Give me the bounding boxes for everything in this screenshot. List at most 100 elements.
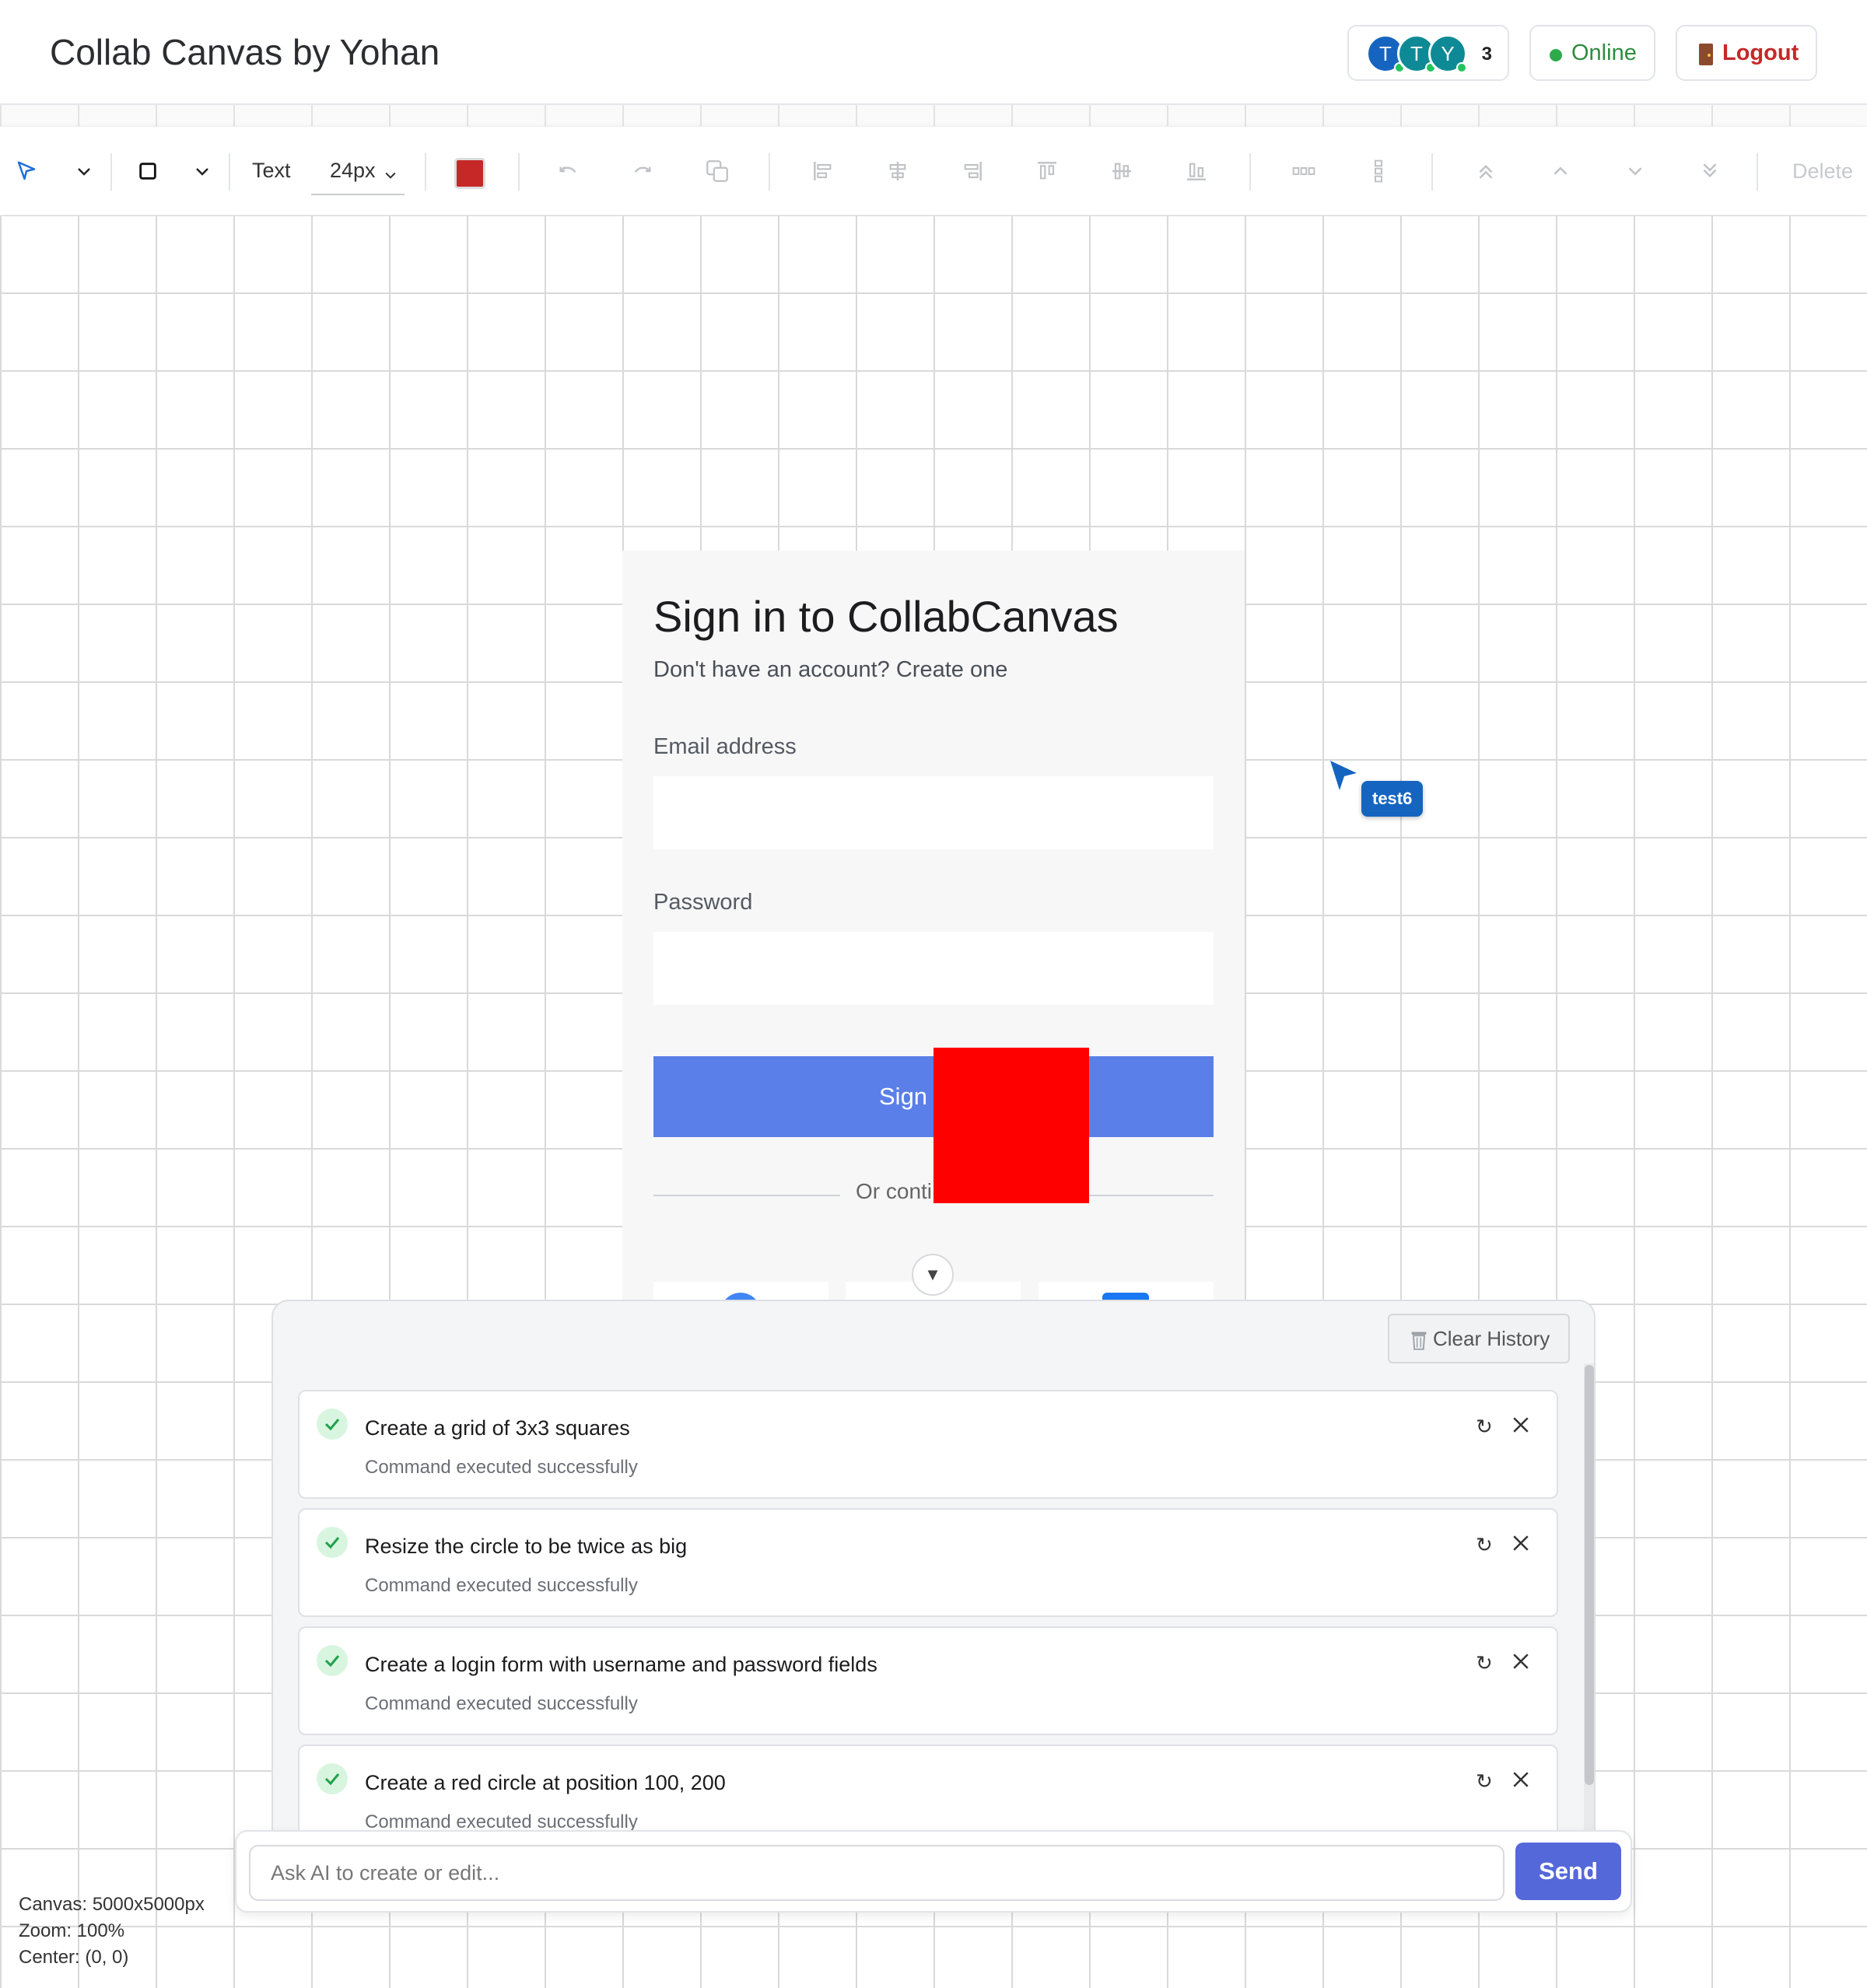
divider-text: Or conti: [856, 1179, 933, 1203]
toolbar: Text 24px Delete: [0, 126, 1867, 215]
align-left-button[interactable]: [809, 127, 837, 215]
fill-color-swatch[interactable]: [454, 158, 485, 189]
square-icon: [139, 163, 156, 180]
select-tool-dropdown[interactable]: [70, 127, 98, 215]
ai-input-bar: Send: [235, 1830, 1632, 1913]
remote-cursor-icon: [1330, 761, 1357, 790]
password-field[interactable]: [653, 932, 1214, 1005]
align-right-icon: [964, 162, 982, 180]
distribute-horizontal-button[interactable]: [1290, 127, 1318, 215]
bring-to-front-button[interactable]: [1472, 127, 1500, 215]
command-status: Command executed successfully: [365, 1693, 638, 1714]
close-icon[interactable]: [1509, 1413, 1532, 1437]
scrollbar-thumb[interactable]: [1585, 1365, 1594, 1785]
distribute-vertical-icon: [1375, 159, 1382, 183]
align-left-icon: [814, 162, 832, 180]
ai-prompt-input[interactable]: [249, 1845, 1504, 1901]
command-text: Create a red circle at position 100, 200: [365, 1771, 726, 1794]
shape-tool-dropdown[interactable]: [188, 127, 216, 215]
canvas-info: Canvas: 5000x5000px Zoom: 100% Center: (…: [19, 1892, 205, 1971]
redo-button[interactable]: [627, 127, 658, 215]
align-bottom-button[interactable]: [1182, 127, 1210, 215]
align-center-button[interactable]: [884, 127, 912, 215]
toolbar-divider: [425, 153, 426, 191]
canvas-center: Center: (0, 0): [19, 1947, 129, 1968]
align-middle-icon: [1112, 163, 1131, 180]
close-icon[interactable]: [1509, 1768, 1532, 1791]
status-dot-icon: [1550, 49, 1562, 61]
distribute-horizontal-icon: [1292, 167, 1315, 175]
distribute-vertical-button[interactable]: [1364, 127, 1392, 215]
toolbar-divider: [769, 153, 770, 191]
send-button[interactable]: Send: [1515, 1843, 1621, 1900]
retry-icon[interactable]: ↻: [1476, 1651, 1493, 1675]
password-label: Password: [653, 890, 753, 915]
retry-icon[interactable]: ↻: [1476, 1533, 1493, 1557]
duplicate-button[interactable]: [702, 127, 733, 215]
undo-button[interactable]: [552, 127, 583, 215]
delete-button[interactable]: Delete: [1792, 159, 1853, 184]
double-chevron-down-icon: [1703, 163, 1717, 178]
signin-title: Sign in to CollabCanvas: [653, 592, 1119, 641]
chevron-up-icon: [1553, 166, 1568, 175]
duplicate-icon: [706, 160, 728, 182]
command-status: Command executed successfully: [365, 1457, 638, 1478]
history-item: Resize the circle to be twice as big Com…: [298, 1508, 1558, 1617]
user-avatar[interactable]: Y: [1428, 34, 1467, 73]
retry-icon[interactable]: ↻: [1476, 1769, 1493, 1794]
avatar-initial: Y: [1441, 42, 1455, 65]
font-size-select[interactable]: 24px: [311, 153, 405, 195]
check-icon: [317, 1409, 348, 1440]
logout-button[interactable]: Logout: [1676, 25, 1817, 81]
red-rectangle-shape[interactable]: [934, 1048, 1089, 1203]
align-top-icon: [1038, 162, 1056, 180]
rectangle-tool-button[interactable]: [134, 127, 162, 215]
chevron-down-icon: [196, 168, 208, 176]
close-icon[interactable]: [1509, 1650, 1532, 1673]
chevron-down-icon: [1628, 167, 1642, 176]
command-text: Resize the circle to be twice as big: [365, 1535, 688, 1558]
clear-history-label: Clear History: [1433, 1327, 1550, 1350]
select-tool-button[interactable]: [11, 127, 42, 215]
undo-icon: [559, 166, 576, 173]
font-size-value: 24px: [330, 159, 376, 182]
history-item: Create a login form with username and pa…: [298, 1626, 1558, 1735]
toolbar-divider: [518, 153, 520, 191]
signin-button-label: Sign: [879, 1083, 928, 1110]
align-top-button[interactable]: [1033, 127, 1061, 215]
clear-history-button[interactable]: Clear History: [1388, 1314, 1570, 1363]
remote-cursor-label: test6: [1361, 781, 1424, 817]
command-text: Create a login form with username and pa…: [365, 1653, 877, 1676]
divider-line: [653, 1195, 840, 1196]
send-backward-button[interactable]: [1621, 127, 1649, 215]
retry-icon[interactable]: ↻: [1476, 1415, 1493, 1439]
send-to-back-button[interactable]: [1696, 127, 1724, 215]
email-field[interactable]: [653, 776, 1214, 849]
canvas-size: Canvas: 5000x5000px: [19, 1894, 205, 1915]
text-tool-button[interactable]: Text: [252, 159, 291, 183]
toolbar-divider: [1757, 153, 1758, 191]
avatar-initial: T: [1379, 42, 1392, 65]
door-icon: [1699, 44, 1713, 65]
align-middle-button[interactable]: [1108, 127, 1136, 215]
bring-forward-button[interactable]: [1546, 127, 1575, 215]
signin-subtitle[interactable]: Don't have an account? Create one: [653, 657, 1007, 683]
logout-label: Logout: [1722, 40, 1799, 65]
social-login-button[interactable]: [1039, 1282, 1214, 1301]
close-icon[interactable]: [1509, 1531, 1532, 1555]
chevron-down-icon: [385, 172, 396, 179]
presence-count: 3: [1481, 44, 1492, 65]
app-title: Collab Canvas by Yohan: [50, 32, 440, 72]
redo-icon: [634, 166, 651, 173]
connection-status: Online: [1529, 25, 1655, 81]
toolbar-divider: [1249, 153, 1251, 191]
command-text: Create a grid of 3x3 squares: [365, 1416, 630, 1440]
collapse-toggle-button[interactable]: ▼: [912, 1254, 954, 1296]
align-right-button[interactable]: [958, 127, 986, 215]
check-icon: [317, 1527, 348, 1558]
app-header: Collab Canvas by Yohan T T Y 3 Online Lo…: [0, 0, 1867, 105]
social-login-button[interactable]: [653, 1282, 828, 1301]
align-center-icon: [889, 162, 906, 180]
presence-indicator[interactable]: T T Y 3: [1347, 25, 1509, 81]
ai-history-panel: Clear History Create a grid of 3x3 squar…: [271, 1300, 1596, 1910]
